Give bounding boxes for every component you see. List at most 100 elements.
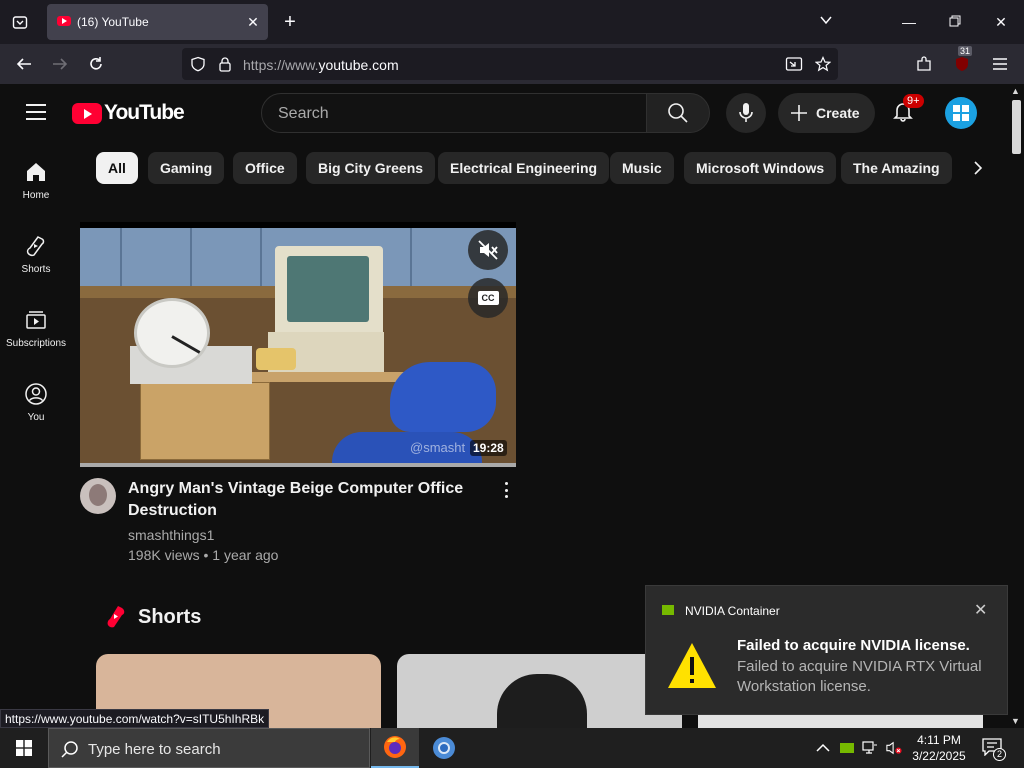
toast-title: Failed to acquire NVIDIA license.	[737, 637, 970, 654]
chip-all[interactable]: All	[96, 152, 138, 184]
you-icon	[25, 383, 47, 405]
browser-nav-bar: https://www.youtube.com 31	[0, 44, 1024, 84]
warning-icon	[668, 643, 716, 688]
chip-big-city-greens[interactable]: Big City Greens	[306, 152, 436, 184]
firefox-taskbar-icon[interactable]	[371, 728, 419, 768]
short-thumbnail[interactable]	[397, 654, 682, 728]
search-button[interactable]	[646, 93, 710, 133]
search-input[interactable]: Search	[261, 93, 647, 133]
page-scrollbar[interactable]: ▲ ▼	[1008, 84, 1024, 728]
action-center-button[interactable]: 2	[982, 738, 1006, 761]
more-actions-icon[interactable]	[498, 480, 514, 500]
search-icon	[668, 103, 688, 123]
home-icon	[27, 163, 45, 181]
sidebar-label: Home	[22, 190, 50, 201]
nvidia-notification-toast[interactable]: NVIDIA Container ✕ Failed to acquire NVI…	[645, 585, 1008, 715]
video-title[interactable]: Angry Man's Vintage Beige Computer Offic…	[128, 478, 468, 522]
reload-icon[interactable]	[84, 52, 108, 76]
logo-wordmark: YouTube	[104, 101, 185, 124]
taskbar-clock[interactable]: 4:11 PM 3/22/2025	[905, 732, 973, 764]
ublock-extension-icon[interactable]: 31	[950, 46, 974, 76]
tracking-protection-shield-icon[interactable]	[188, 54, 208, 74]
guide-menu-icon[interactable]	[26, 104, 46, 120]
video-metadata: 198K views • 1 year ago	[128, 547, 279, 563]
tab-youtube[interactable]: (16) YouTube ✕	[47, 4, 268, 40]
account-avatar[interactable]	[945, 97, 977, 129]
sidebar-label: Subscriptions	[5, 338, 67, 349]
close-tab-icon[interactable]: ✕	[244, 13, 262, 31]
minimize-button[interactable]: —	[897, 10, 921, 34]
tab-title: (16) YouTube	[77, 15, 149, 29]
tab-overflow-chevron-icon[interactable]	[814, 10, 838, 34]
list-all-tabs-icon[interactable]	[8, 10, 32, 34]
toast-body: Failed to acquire NVIDIA RTX Virtual Wor…	[737, 658, 982, 695]
volume-muted-icon[interactable]	[886, 740, 902, 756]
youtube-logo[interactable]: YouTube	[72, 101, 185, 125]
chip-music[interactable]: Music	[610, 152, 674, 184]
link-status-bar: https://www.youtube.com/watch?v=sITU5hIh…	[0, 709, 270, 728]
forward-arrow-icon[interactable]	[48, 52, 72, 76]
show-hidden-icons-chevron-icon[interactable]	[815, 740, 831, 756]
taskbar-search-box[interactable]: Type here to search	[48, 728, 370, 768]
video-progress-bar[interactable]	[80, 463, 516, 467]
scrollbar-thumb[interactable]	[1012, 100, 1021, 154]
sidebar-item-shorts[interactable]: Shorts	[0, 234, 72, 308]
sidebar-label: You	[27, 412, 45, 423]
channel-name[interactable]: smashthings1	[128, 527, 214, 543]
scroll-down-arrow-icon[interactable]: ▼	[1011, 716, 1020, 726]
notifications-button[interactable]: 9+	[888, 94, 924, 126]
picture-in-picture-icon[interactable]	[784, 54, 804, 74]
toast-close-icon[interactable]: ✕	[974, 600, 987, 620]
chip-the-amazing[interactable]: The Amazing	[841, 152, 952, 184]
bookmark-star-icon[interactable]	[813, 54, 833, 74]
chip-microsoft-windows[interactable]: Microsoft Windows	[684, 152, 837, 184]
extensions-puzzle-icon[interactable]	[912, 52, 936, 76]
captions-button[interactable]: CC	[468, 278, 508, 318]
notification-count-badge: 2	[993, 748, 1006, 761]
chrome-taskbar-icon[interactable]	[420, 728, 468, 768]
url-prefix: https://www.	[243, 57, 319, 73]
sidebar-item-home[interactable]: Home	[0, 160, 72, 234]
sidebar-item-subscriptions[interactable]: Subscriptions	[0, 308, 72, 382]
windows-logo-icon	[953, 105, 969, 121]
sidebar-item-you[interactable]: You	[0, 382, 72, 456]
filter-chips-bar: All Gaming Office Big City Greens Electr…	[96, 152, 976, 186]
start-button[interactable]	[0, 728, 48, 768]
back-arrow-icon[interactable]	[12, 52, 36, 76]
close-window-button[interactable]: ✕	[989, 10, 1013, 34]
taskbar-search-placeholder: Type here to search	[88, 741, 221, 758]
microphone-icon	[739, 103, 753, 122]
channel-avatar[interactable]	[80, 478, 116, 514]
video-watermark: @smasht	[410, 440, 466, 455]
browser-tab-bar: (16) YouTube ✕ + — ✕	[0, 0, 1024, 44]
shorts-logo-icon	[107, 606, 125, 628]
network-icon[interactable]	[862, 740, 878, 756]
create-label: Create	[816, 105, 860, 121]
chips-next-chevron-icon[interactable]	[968, 158, 988, 178]
clock-date: 3/22/2025	[912, 749, 966, 763]
search-icon	[61, 741, 78, 758]
nvidia-tray-icon[interactable]	[839, 740, 855, 756]
chip-gaming[interactable]: Gaming	[148, 152, 225, 184]
app-menu-icon[interactable]	[988, 52, 1012, 76]
windows-taskbar: Type here to search 4:11 PM 3/22/2025 2	[0, 728, 1024, 768]
youtube-favicon-icon	[57, 16, 71, 26]
new-tab-button[interactable]: +	[278, 10, 302, 34]
video-player[interactable]: CC @smasht 19:28	[80, 222, 516, 467]
lock-icon[interactable]	[215, 54, 235, 74]
create-button[interactable]: Create	[778, 93, 875, 133]
muted-speaker-icon	[478, 240, 498, 260]
voice-search-button[interactable]	[726, 93, 766, 133]
unmute-button[interactable]	[468, 230, 508, 270]
sidebar-label: Shorts	[21, 264, 51, 275]
toast-app-name: NVIDIA Container	[685, 604, 780, 618]
notifications-badge: 9+	[903, 94, 924, 108]
scroll-up-arrow-icon[interactable]: ▲	[1011, 86, 1020, 96]
address-bar[interactable]: https://www.youtube.com	[182, 48, 838, 80]
url-domain: youtube.com	[318, 57, 399, 73]
chip-electrical-engineering[interactable]: Electrical Engineering	[438, 152, 610, 184]
chip-office[interactable]: Office	[233, 152, 297, 184]
nvidia-app-icon	[662, 605, 674, 615]
restore-button[interactable]	[943, 10, 967, 34]
search-placeholder: Search	[278, 105, 329, 122]
